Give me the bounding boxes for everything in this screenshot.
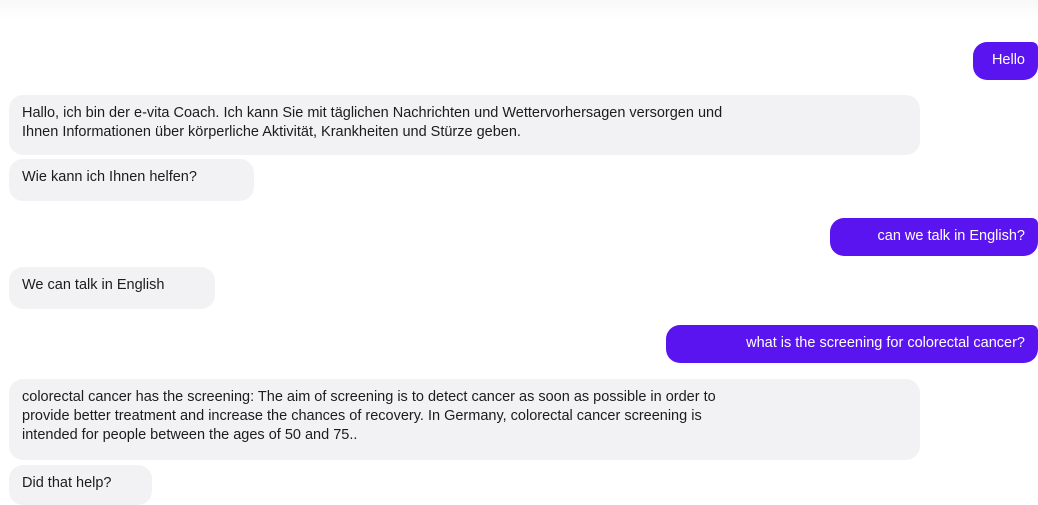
bot-message-text-line: Ihnen Informationen über körperliche Akt…	[22, 124, 521, 140]
bot-message-bubble: Did that help?	[9, 465, 152, 505]
user-message-bubble: can we talk in English?	[830, 218, 1038, 256]
user-message-text: Hello	[991, 52, 1025, 68]
user-message-bubble: Hello	[973, 42, 1038, 80]
user-message-text: can we talk in English?	[877, 228, 1026, 244]
chat-conversation: Hello Hallo, ich bin der e-vita Coach. I…	[0, 0, 1038, 505]
bot-message-bubble: colorectal cancer has the screening: The…	[9, 379, 920, 460]
bot-message-text-line: Hallo, ich bin der e-vita Coach. Ich kan…	[22, 105, 723, 121]
bot-message-bubble: We can talk in English	[9, 267, 215, 309]
bot-message-bubble: Wie kann ich Ihnen helfen?	[9, 159, 254, 201]
top-scroll-fade	[0, 0, 1038, 20]
bot-message-text-line: colorectal cancer has the screening: The…	[22, 389, 716, 405]
bot-message-text: Did that help?	[22, 475, 112, 491]
bot-message-text-line: intended for people between the ages of …	[22, 427, 358, 443]
bot-message-text-line: provide better treatment and increase th…	[22, 408, 702, 424]
bot-message-text: We can talk in English	[22, 277, 165, 293]
bot-message-bubble: Hallo, ich bin der e-vita Coach. Ich kan…	[9, 95, 920, 155]
user-message-text: what is the screening for colorectal can…	[746, 335, 1025, 351]
user-message-bubble: what is the screening for colorectal can…	[666, 325, 1038, 363]
bot-message-text: Wie kann ich Ihnen helfen?	[22, 169, 197, 185]
